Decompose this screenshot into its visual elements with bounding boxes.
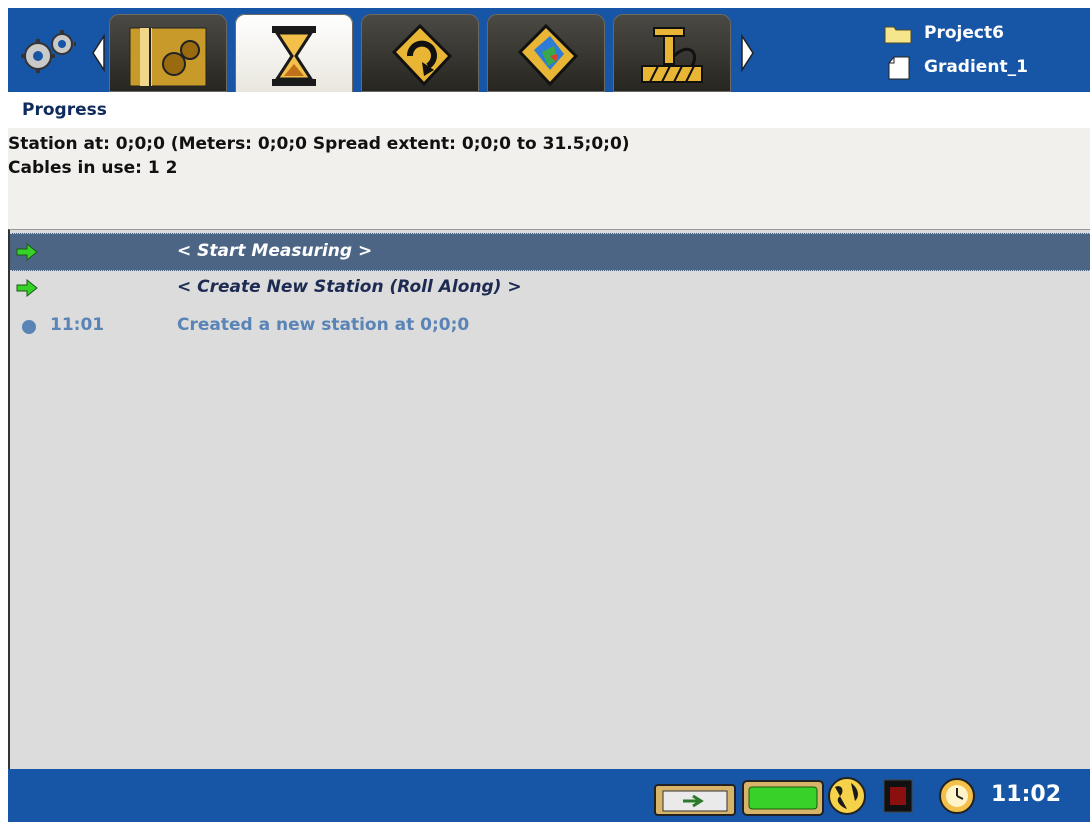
project-info: Project6 Gradient_1 — [876, 16, 1086, 86]
start-measuring-label: < Start Measuring > — [177, 241, 373, 261]
cables-in-use-text: Cables in use: 1 2 — [8, 158, 178, 178]
top-toolbar: Project6 Gradient_1 — [8, 8, 1090, 94]
create-new-station-item[interactable]: < Create New Station (Roll Along) > — [10, 270, 1090, 306]
file-name[interactable]: Gradient_1 — [924, 57, 1028, 77]
tab-setup[interactable] — [109, 14, 227, 92]
tab-progress[interactable] — [235, 14, 353, 94]
tab-view[interactable] — [487, 14, 605, 92]
hourglass-icon — [272, 26, 316, 86]
log-entry: 11:01 Created a new station at 0;0;0 — [10, 308, 1090, 344]
page-title-bar: Progress — [8, 92, 1090, 128]
log-text: Created a new station at 0;0;0 — [177, 315, 470, 335]
app-window: Project6 Gradient_1 Progress Station at:… — [0, 0, 1091, 822]
settings-gears-icon[interactable] — [18, 26, 78, 76]
power-plug-icon[interactable] — [653, 775, 737, 817]
map-gradient-icon — [517, 23, 579, 87]
log-time: 11:01 — [50, 315, 105, 335]
cable-spool-icon — [641, 27, 703, 83]
station-position-text: Station at: 0;0;0 (Meters: 0;0;0 Spread … — [8, 134, 630, 154]
globe-icon[interactable] — [825, 775, 869, 817]
green-arrow-icon — [16, 243, 38, 261]
create-new-station-label: < Create New Station (Roll Along) > — [177, 277, 522, 297]
tab-cables[interactable] — [613, 14, 731, 92]
scroll-right-icon[interactable] — [738, 34, 756, 72]
rotate-cycle-icon — [391, 23, 453, 87]
scroll-left-icon[interactable] — [90, 34, 108, 72]
progress-list[interactable]: < Start Measuring > < Create New Station… — [8, 229, 1090, 769]
clock-icon[interactable] — [935, 775, 979, 817]
status-bar: 11:02 — [8, 769, 1090, 822]
project-name[interactable]: Project6 — [924, 23, 1004, 43]
gear-toolbox-icon — [129, 27, 207, 87]
battery-icon[interactable] — [741, 775, 825, 817]
clock-time: 11:02 — [991, 782, 1062, 807]
start-measuring-item[interactable]: < Start Measuring > — [10, 233, 1090, 271]
tab-process[interactable] — [361, 14, 479, 92]
green-arrow-icon — [16, 279, 38, 297]
station-info: Station at: 0;0;0 (Meters: 0;0;0 Spread … — [8, 128, 1090, 229]
record-stop-icon[interactable] — [883, 779, 913, 813]
page-title: Progress — [22, 100, 107, 120]
info-dot-icon — [22, 320, 36, 334]
